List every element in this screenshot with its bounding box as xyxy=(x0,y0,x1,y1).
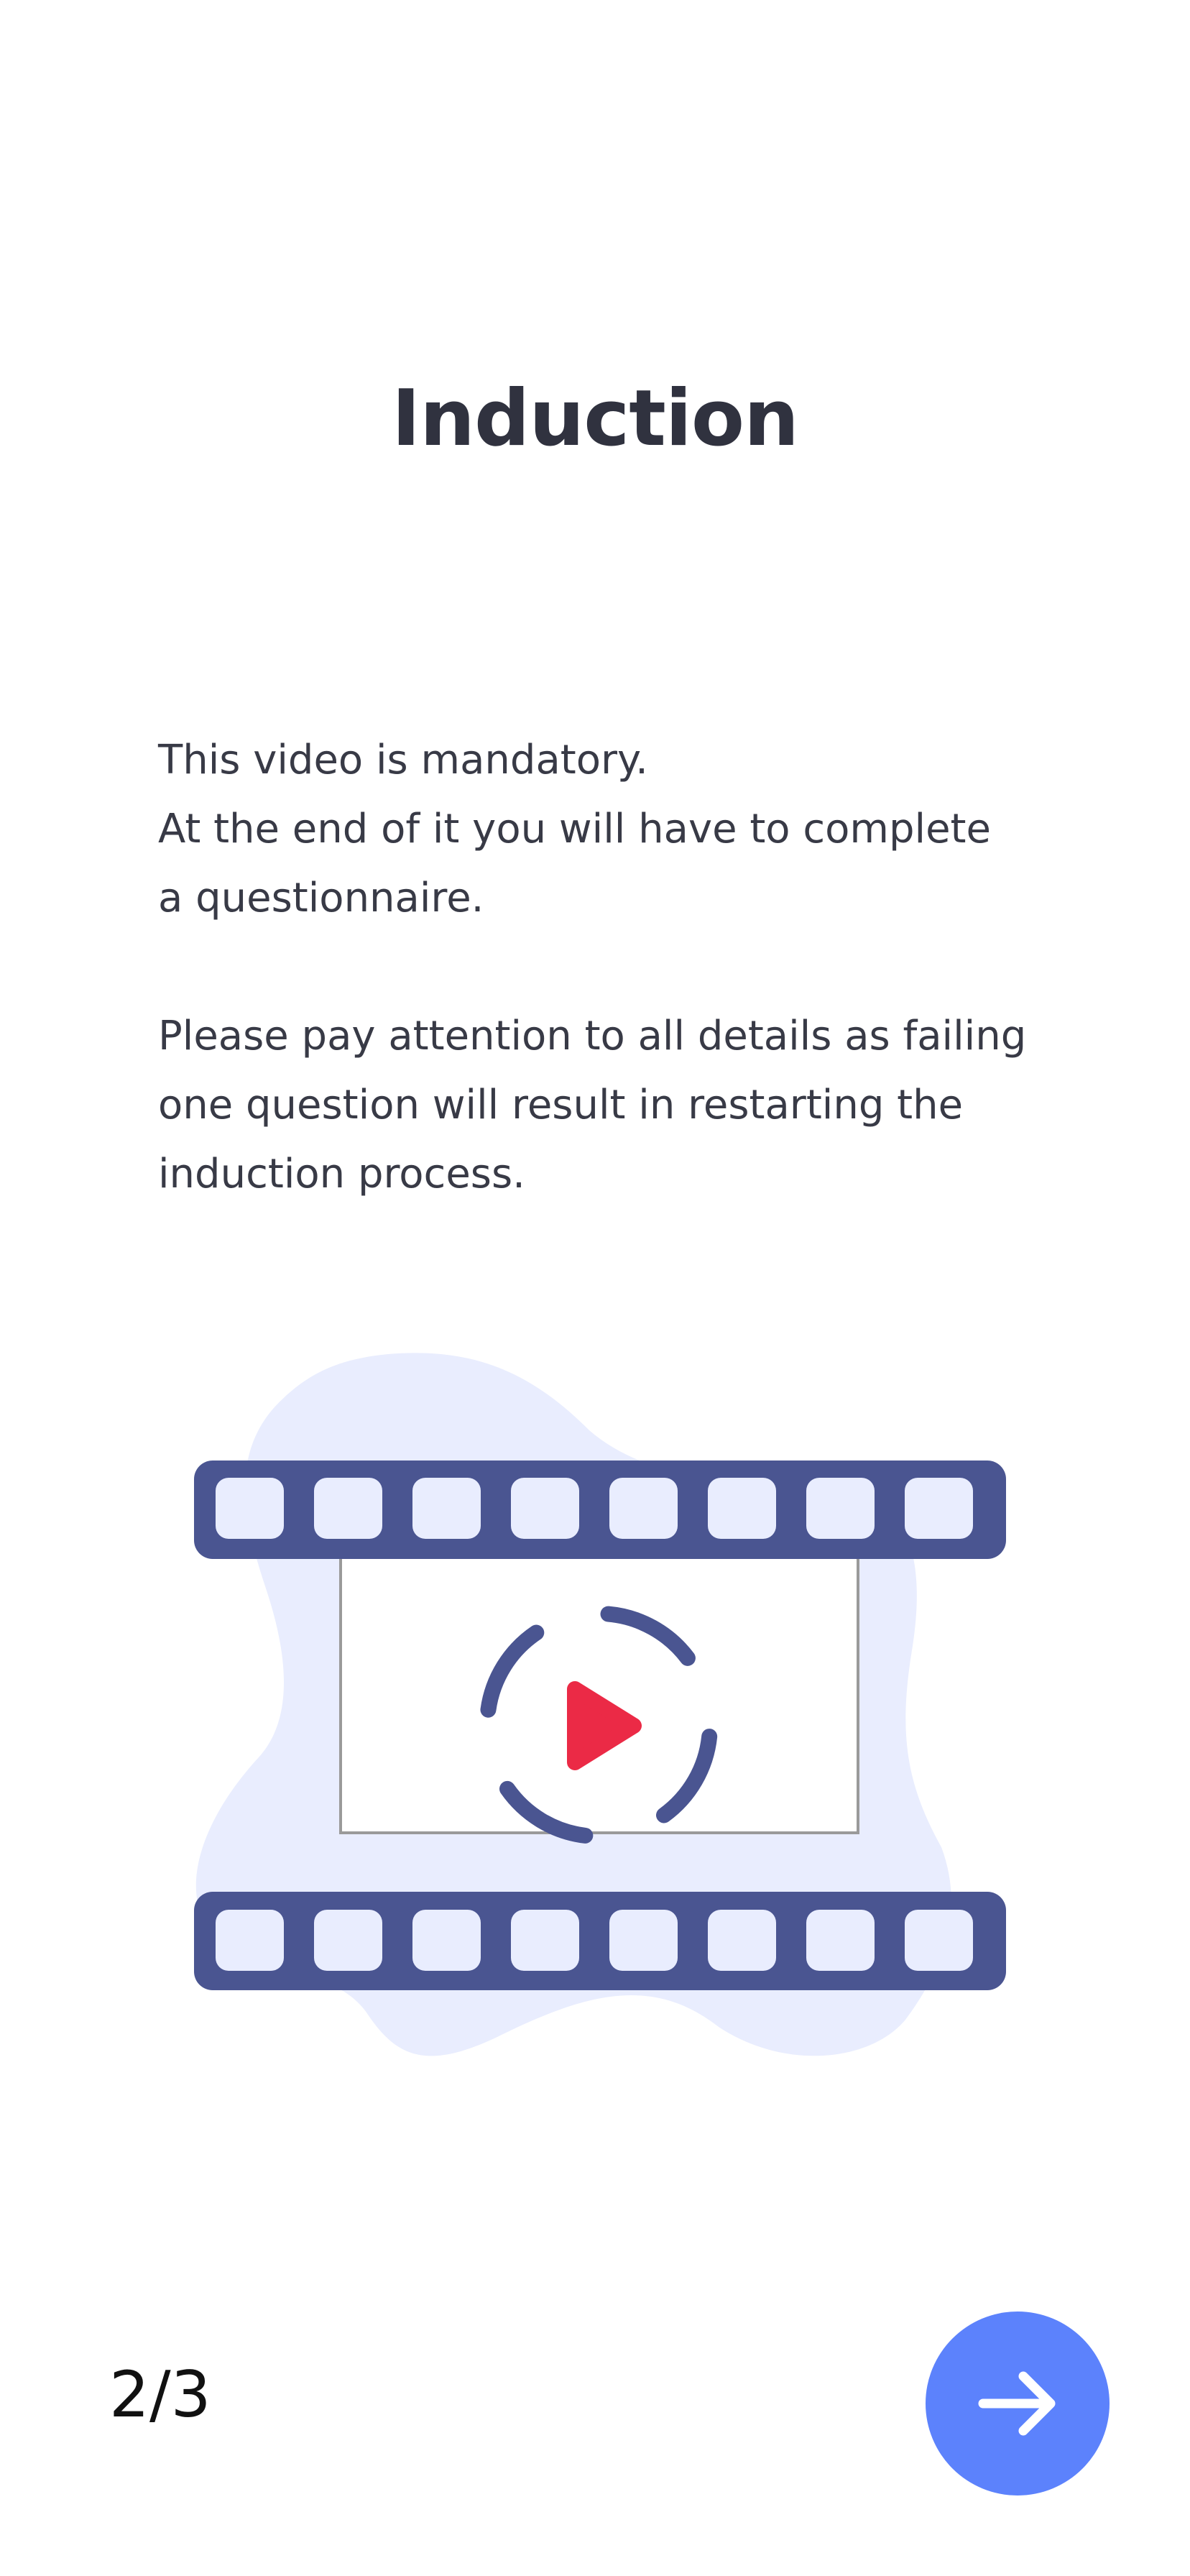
instructions-line: one question will result in restarting t… xyxy=(158,1082,964,1128)
page-indicator: 2/3 xyxy=(109,2358,211,2432)
film-hole xyxy=(609,1910,678,1971)
film-hole xyxy=(412,1478,481,1539)
arrow-right-icon xyxy=(978,2371,1056,2436)
film-hole xyxy=(314,1478,382,1539)
film-hole xyxy=(412,1910,481,1971)
instructions: This video is mandatory. At the end of i… xyxy=(158,726,1092,1209)
instructions-line: Please pay attention to all details as f… xyxy=(158,1013,1027,1059)
film-hole xyxy=(511,1910,579,1971)
film-hole xyxy=(806,1478,875,1539)
film-hole xyxy=(511,1478,579,1539)
film-hole xyxy=(806,1910,875,1971)
film-hole xyxy=(609,1478,678,1539)
instructions-line: At the end of it you will have to comple… xyxy=(158,806,991,852)
film-hole xyxy=(708,1478,776,1539)
page-title: Induction xyxy=(391,374,799,464)
film-hole xyxy=(905,1910,973,1971)
film-hole xyxy=(216,1478,284,1539)
instructions-paragraph-1: This video is mandatory. At the end of i… xyxy=(158,726,1092,933)
instructions-paragraph-2: Please pay attention to all details as f… xyxy=(158,1002,1092,1209)
film-hole xyxy=(905,1478,973,1539)
film-hole xyxy=(216,1910,284,1971)
film-hole xyxy=(708,1910,776,1971)
instructions-line: This video is mandatory. xyxy=(158,737,648,783)
instructions-line: a questionnaire. xyxy=(158,875,484,921)
video-illustration xyxy=(194,1353,1006,2056)
next-button[interactable] xyxy=(926,2312,1110,2496)
instructions-line: induction process. xyxy=(158,1151,525,1197)
film-hole xyxy=(314,1910,382,1971)
